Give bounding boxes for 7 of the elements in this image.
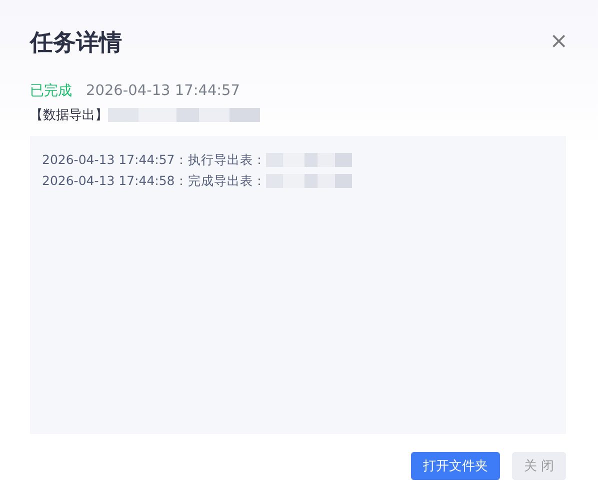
status-time: 2026-04-13 17:44:57 [86, 83, 240, 99]
dialog-title: 任务详情 [30, 28, 122, 58]
log-entry: 2026-04-13 17:44:57：执行导出表： [42, 151, 266, 169]
task-label: 【数据导出】 [30, 107, 108, 124]
dialog-button[interactable]: 打开文件夹 [410, 452, 500, 480]
status-label: 已完成 [30, 82, 72, 100]
log-entry: 2026-04-13 17:44:58：完成导出表： [42, 172, 266, 190]
